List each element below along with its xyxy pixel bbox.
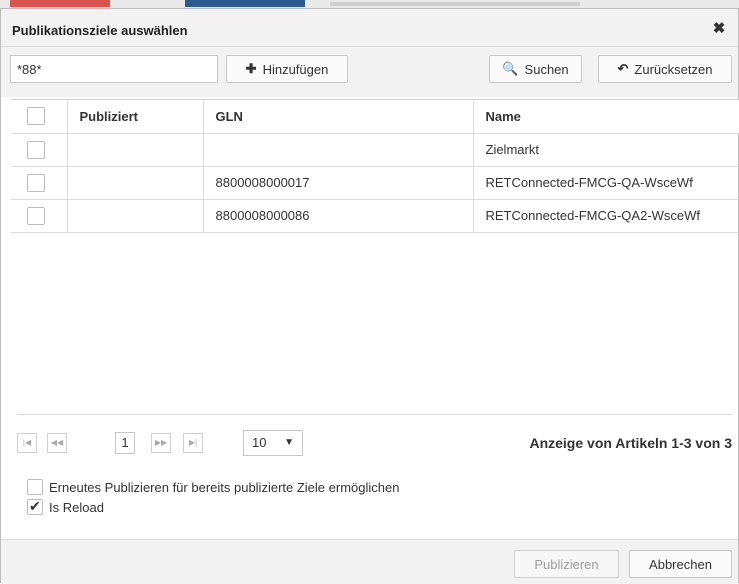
pager-info: Anzeige von Artikeln 1-3 von 3 [529,435,732,451]
reset-button[interactable]: ↶ Zurücksetzen [598,55,732,83]
targets-grid: Publiziert GLN Name Zielmarkt 8800008000… [11,99,739,419]
dialog-titlebar: Publikationsziele auswählen ✖ [1,9,738,47]
background-toolbar [330,2,580,6]
reload-checkbox[interactable] [27,498,43,515]
row-select-cell [11,166,68,200]
row-select-cell [11,133,68,167]
table-row[interactable]: Zielmarkt [11,133,739,167]
column-header-publiziert[interactable]: Publiziert [67,100,204,134]
background-blue-tab [185,0,305,7]
row-checkbox[interactable] [27,206,45,225]
background-app-strip [0,0,739,8]
search-button-label: Suchen [524,61,569,77]
dialog-title: Publikationsziele auswählen [12,23,188,38]
row-checkbox[interactable] [27,173,45,192]
pager: |◀ ◀◀ 1 ▶▶ ▶| 10 ▼ Anzeige von Artikeln … [17,414,732,458]
publication-targets-dialog: Publikationsziele auswählen ✖ ✚ Hinzufüg… [0,8,739,584]
add-button[interactable]: ✚ Hinzufügen [226,55,348,83]
search-input[interactable] [10,55,218,83]
dialog-footer: Publizieren Abbrechen [1,539,738,584]
first-page-icon[interactable]: |◀ [17,433,37,453]
reload-label: Is Reload [49,499,104,515]
cell-publiziert [67,133,204,167]
cell-publiziert [67,166,204,200]
search-button[interactable]: 🔍 Suchen [489,55,582,83]
select-all-cell [11,100,68,134]
background-red-tab [10,0,110,7]
cell-name: RETConnected-FMCG-QA-WsceWf [473,166,739,200]
close-icon[interactable]: ✖ [710,20,728,38]
republish-option[interactable]: Erneutes Publizieren für bereits publizi… [27,479,399,495]
targets-table: Publiziert GLN Name Zielmarkt 8800008000… [11,100,739,233]
plus-icon: ✚ [245,61,257,76]
cell-publiziert [67,199,204,233]
republish-label: Erneutes Publizieren für bereits publizi… [49,479,400,495]
undo-icon: ↶ [617,61,629,76]
cell-name: RETConnected-FMCG-QA2-WsceWf [473,199,739,233]
row-checkbox[interactable] [27,140,45,159]
next-page-icon[interactable]: ▶▶ [151,433,171,453]
column-header-name[interactable]: Name [473,100,739,134]
cancel-button[interactable]: Abbrechen [629,550,732,578]
chevron-down-icon: ▼ [284,437,294,448]
republish-checkbox[interactable] [27,479,43,495]
cell-name: Zielmarkt [473,133,739,167]
current-page-number[interactable]: 1 [115,432,135,454]
table-header-row: Publiziert GLN Name [11,100,739,134]
previous-page-icon[interactable]: ◀◀ [47,433,67,453]
reload-option[interactable]: Is Reload [27,498,104,515]
search-icon: 🔍 [502,61,519,76]
dialog-toolbar: ✚ Hinzufügen 🔍 Suchen ↶ Zurücksetzen [1,47,738,97]
reset-button-label: Zurücksetzen [634,61,713,77]
cell-gln: 8800008000017 [203,166,474,200]
publish-button[interactable]: Publizieren [514,550,619,578]
cell-gln: 8800008000086 [203,199,474,233]
row-select-cell [11,199,68,233]
select-all-checkbox[interactable] [27,107,45,126]
table-row[interactable]: 8800008000017 RETConnected-FMCG-QA-WsceW… [11,166,739,200]
table-row[interactable]: 8800008000086 RETConnected-FMCG-QA2-Wsce… [11,199,739,233]
cell-gln [203,133,474,167]
column-header-gln[interactable]: GLN [203,100,474,134]
add-button-label: Hinzufügen [262,61,329,77]
page-size-value: 10 [252,435,267,450]
last-page-icon[interactable]: ▶| [183,433,203,453]
page-size-select[interactable]: 10 ▼ [243,430,303,456]
